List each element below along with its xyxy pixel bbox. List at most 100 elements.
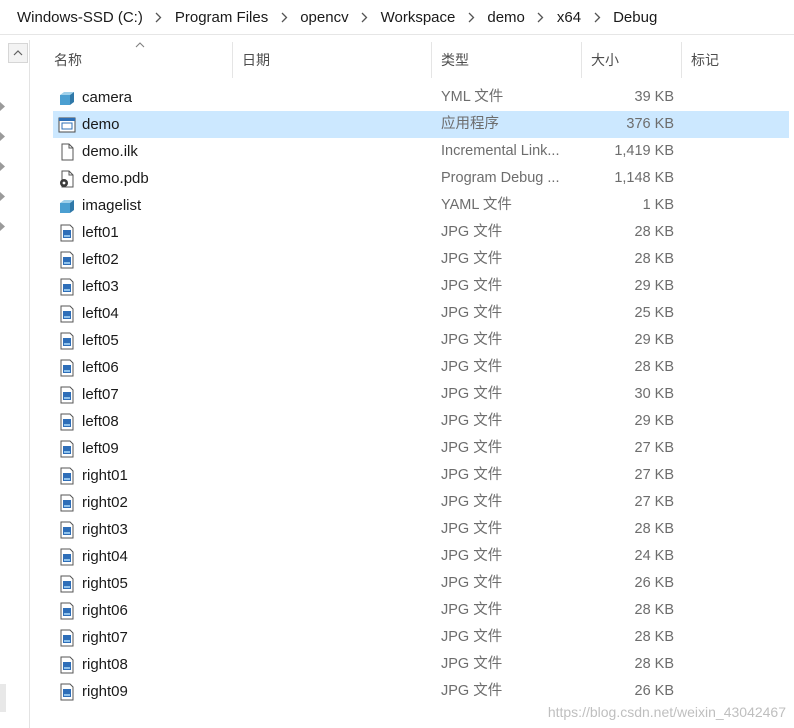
file-name: right08	[82, 656, 128, 673]
jpg-file-icon	[58, 251, 76, 269]
file-row[interactable]: demo.pdb Program Debug ... 1,148 KB	[53, 165, 789, 192]
file-row[interactable]: demo 应用程序 376 KB	[53, 111, 789, 138]
file-type: YML 文件	[441, 89, 504, 105]
expand-chevron-icon[interactable]	[0, 102, 6, 111]
file-name: left04	[82, 305, 119, 322]
breadcrumb-item-x64[interactable]: x64	[557, 9, 581, 26]
file-row[interactable]: left03 JPG 文件 29 KB	[53, 273, 789, 300]
column-header-size[interactable]: 大小	[582, 42, 682, 78]
chevron-up-icon	[13, 50, 23, 56]
file-size: 24 KB	[634, 548, 675, 564]
file-row[interactable]: demo.ilk Incremental Link... 1,419 KB	[53, 138, 789, 165]
file-name: left05	[82, 332, 119, 349]
file-row[interactable]: left08 JPG 文件 29 KB	[53, 408, 789, 435]
file-size: 29 KB	[634, 413, 675, 429]
expand-chevron-icon[interactable]	[0, 222, 6, 231]
jpg-file-icon	[58, 656, 76, 674]
file-size: 1 KB	[642, 197, 674, 213]
file-name: demo	[82, 116, 120, 133]
file-name: right09	[82, 683, 128, 700]
expand-chevron-icon[interactable]	[0, 162, 6, 171]
breadcrumb-item-opencv[interactable]: opencv	[300, 9, 348, 26]
exe-file-icon	[58, 116, 76, 134]
file-type: JPG 文件	[441, 440, 503, 456]
yml-file-icon	[58, 197, 76, 215]
jpg-file-icon	[58, 494, 76, 512]
jpg-file-icon	[58, 224, 76, 242]
file-row[interactable]: right04 JPG 文件 24 KB	[53, 543, 789, 570]
file-size: 27 KB	[634, 440, 675, 456]
file-name: right06	[82, 602, 128, 619]
file-row[interactable]: left04 JPG 文件 25 KB	[53, 300, 789, 327]
file-row[interactable]: right02 JPG 文件 27 KB	[53, 489, 789, 516]
file-row[interactable]: left09 JPG 文件 27 KB	[53, 435, 789, 462]
column-header-tags[interactable]: 标记	[682, 42, 794, 78]
watermark-text: https://blog.csdn.net/weixin_43042467	[547, 704, 786, 720]
file-name: left06	[82, 359, 119, 376]
chevron-right-icon[interactable]	[143, 12, 175, 23]
file-name: left09	[82, 440, 119, 457]
address-breadcrumb: Windows-SSD (C:) Program Files opencv Wo…	[0, 0, 794, 35]
file-row[interactable]: right03 JPG 文件 28 KB	[53, 516, 789, 543]
file-name: demo.pdb	[82, 170, 149, 187]
breadcrumb-item-demo[interactable]: demo	[487, 9, 525, 26]
file-name: right05	[82, 575, 128, 592]
file-type: JPG 文件	[441, 332, 503, 348]
file-type: JPG 文件	[441, 467, 503, 483]
file-size: 25 KB	[634, 305, 675, 321]
chevron-right-icon[interactable]	[455, 12, 487, 23]
expand-chevron-icon[interactable]	[0, 132, 6, 141]
file-row[interactable]: left01 JPG 文件 28 KB	[53, 219, 789, 246]
file-size: 1,148 KB	[614, 170, 674, 186]
breadcrumb-item-program-files[interactable]: Program Files	[175, 9, 268, 26]
file-name: right07	[82, 629, 128, 646]
breadcrumb-item-debug[interactable]: Debug	[613, 9, 657, 26]
file-size: 28 KB	[634, 656, 675, 672]
file-row[interactable]: right05 JPG 文件 26 KB	[53, 570, 789, 597]
jpg-file-icon	[58, 359, 76, 377]
chevron-right-icon[interactable]	[349, 12, 381, 23]
file-row[interactable]: left07 JPG 文件 30 KB	[53, 381, 789, 408]
file-row[interactable]: right01 JPG 文件 27 KB	[53, 462, 789, 489]
chevron-right-icon[interactable]	[268, 12, 300, 23]
file-type: Incremental Link...	[441, 143, 560, 159]
scrollbar-thumb[interactable]	[0, 684, 6, 712]
jpg-file-icon	[58, 548, 76, 566]
chevron-right-icon[interactable]	[581, 12, 613, 23]
file-row[interactable]: left06 JPG 文件 28 KB	[53, 354, 789, 381]
file-size: 28 KB	[634, 521, 675, 537]
pdb-file-icon	[58, 170, 76, 188]
jpg-file-icon	[58, 521, 76, 539]
file-type: JPG 文件	[441, 278, 503, 294]
file-size: 28 KB	[634, 224, 675, 240]
scroll-up-button[interactable]	[8, 43, 28, 63]
jpg-file-icon	[58, 332, 76, 350]
jpg-file-icon	[58, 440, 76, 458]
file-row[interactable]: right07 JPG 文件 28 KB	[53, 624, 789, 651]
chevron-right-icon[interactable]	[525, 12, 557, 23]
column-header-name[interactable]: 名称	[45, 42, 233, 78]
breadcrumb-item-workspace[interactable]: Workspace	[381, 9, 456, 26]
file-row[interactable]: camera YML 文件 39 KB	[53, 84, 789, 111]
file-name: camera	[82, 89, 133, 106]
file-size: 26 KB	[634, 683, 675, 699]
file-row[interactable]: right08 JPG 文件 28 KB	[53, 651, 789, 678]
file-row[interactable]: right09 JPG 文件 26 KB	[53, 678, 789, 705]
file-name: right03	[82, 521, 128, 538]
file-row[interactable]: left02 JPG 文件 28 KB	[53, 246, 789, 273]
file-row[interactable]: right06 JPG 文件 28 KB	[53, 597, 789, 624]
jpg-file-icon	[58, 278, 76, 296]
file-row[interactable]: imagelist YAML 文件 1 KB	[53, 192, 789, 219]
file-name: right01	[82, 467, 128, 484]
breadcrumb-item-drive[interactable]: Windows-SSD (C:)	[17, 9, 143, 26]
column-header-type[interactable]: 类型	[432, 42, 582, 78]
column-header-date[interactable]: 日期	[233, 42, 432, 78]
expand-chevron-icon[interactable]	[0, 192, 6, 201]
file-type: Program Debug ...	[441, 170, 560, 186]
file-size: 28 KB	[634, 251, 675, 267]
file-type: JPG 文件	[441, 251, 503, 267]
file-type: JPG 文件	[441, 494, 503, 510]
jpg-file-icon	[58, 386, 76, 404]
file-size: 28 KB	[634, 602, 675, 618]
file-row[interactable]: left05 JPG 文件 29 KB	[53, 327, 789, 354]
